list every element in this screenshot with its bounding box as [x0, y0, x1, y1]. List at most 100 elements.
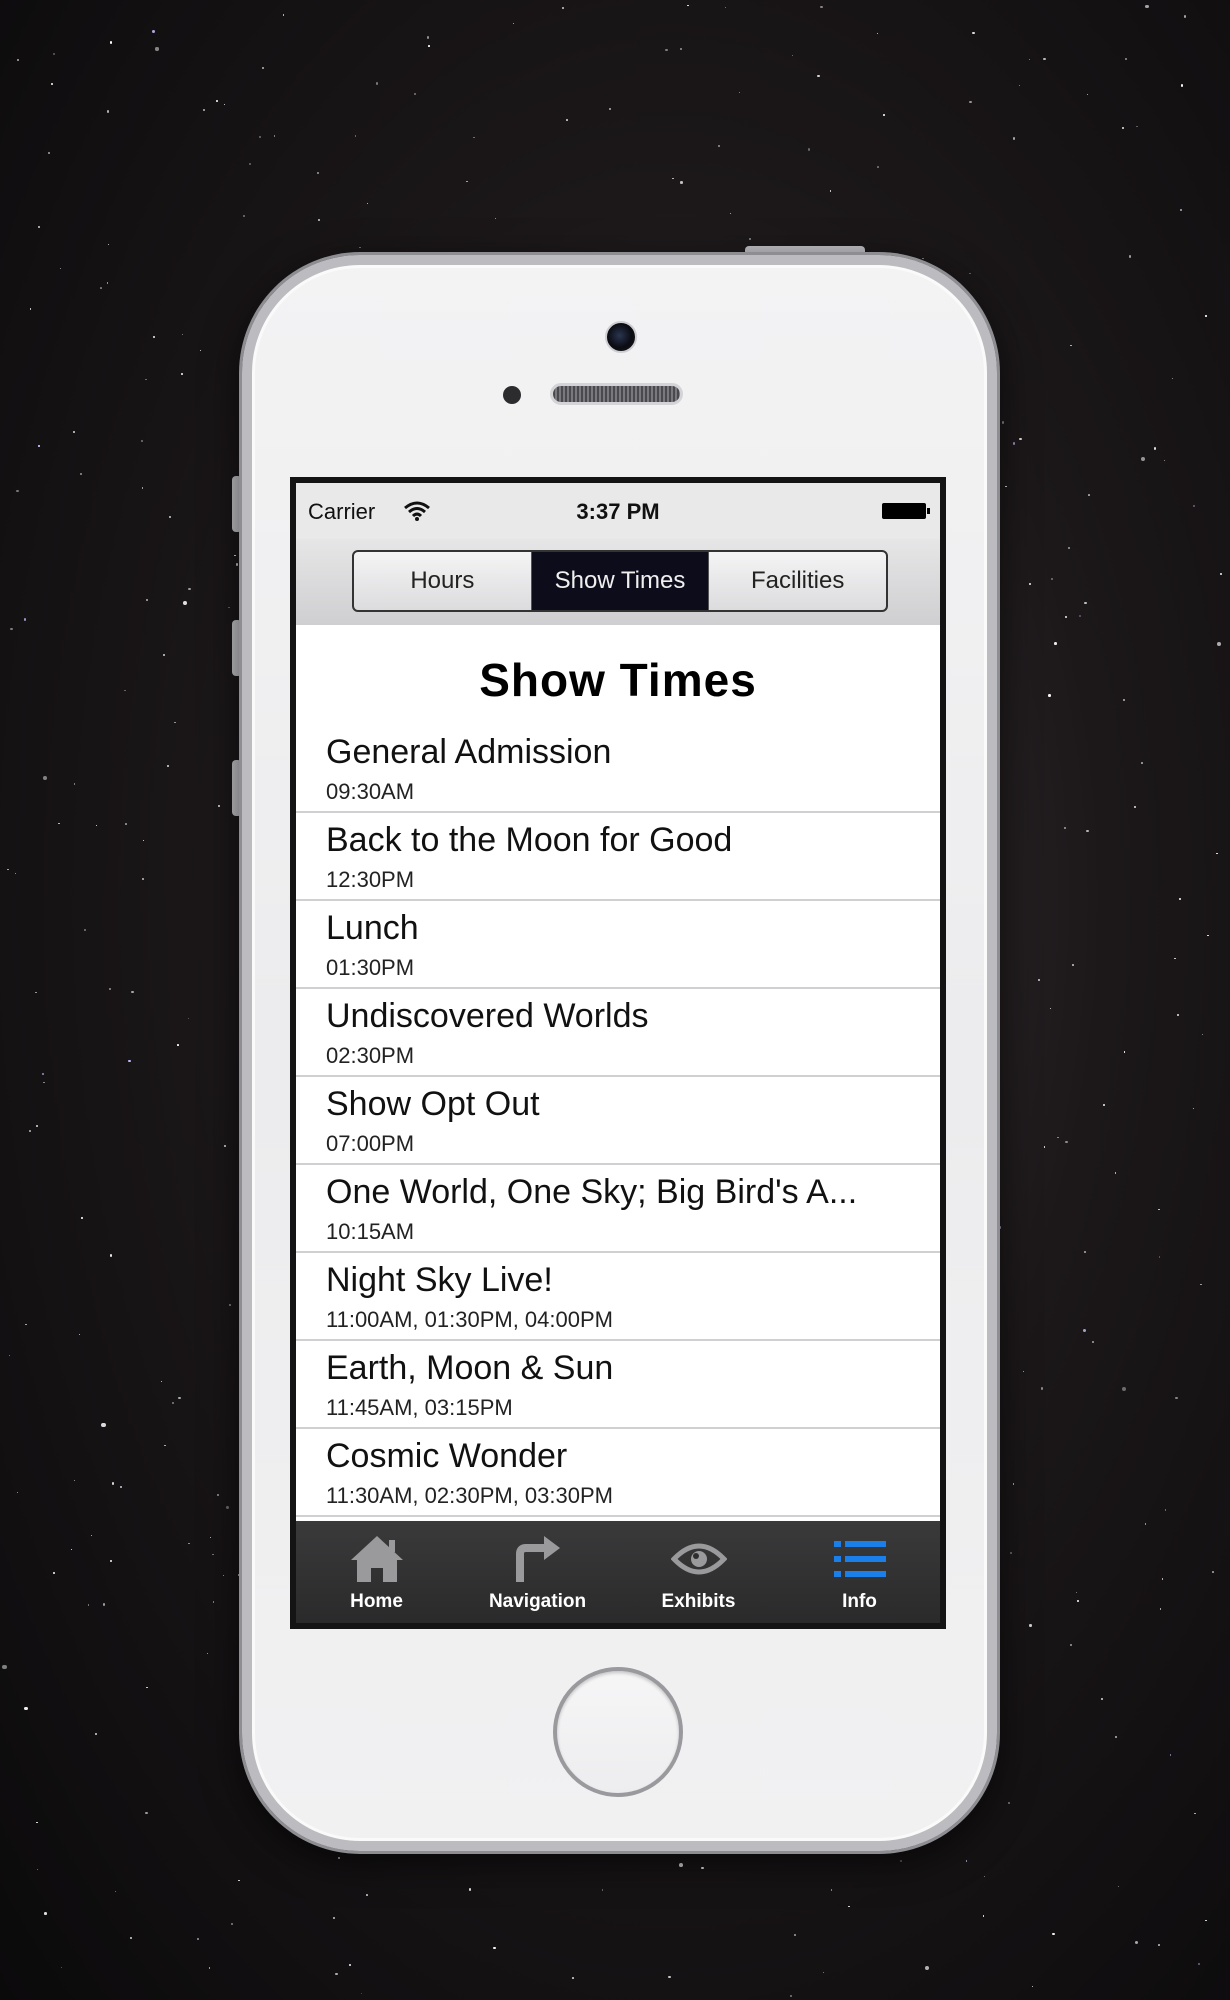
tab-navigation[interactable]: Navigation — [457, 1521, 618, 1623]
star-dot — [848, 1905, 850, 1908]
star-dot — [1135, 1941, 1139, 1945]
star-dot — [1136, 125, 1138, 128]
star-dot — [1123, 1051, 1126, 1053]
star-dot — [209, 1537, 211, 1539]
star-dot — [110, 41, 113, 44]
tab-home-label: Home — [350, 1591, 403, 1612]
star-dot — [74, 1480, 76, 1482]
show-row[interactable]: Show Opt Out 07:00PM — [296, 1077, 940, 1165]
star-dot — [224, 103, 226, 105]
star-dot — [146, 1686, 148, 1689]
star-dot — [678, 1863, 683, 1868]
star-dot — [877, 166, 879, 168]
star-dot — [1205, 1919, 1207, 1922]
star-dot — [1040, 1387, 1044, 1390]
star-dot — [1212, 1571, 1214, 1573]
star-dot — [162, 653, 165, 656]
volume-down-button — [232, 760, 242, 816]
show-times-list-view[interactable]: Show Times General Admission 09:30AM Back … — [296, 625, 940, 1533]
star-dot — [1114, 1172, 1117, 1174]
star-dot — [969, 100, 972, 103]
star-dot — [78, 1333, 81, 1336]
show-row[interactable]: Night Sky Live! 11:00AM, 01:30PM, 04:00PM — [296, 1253, 940, 1341]
star-dot — [724, 6, 726, 9]
star-dot — [61, 1966, 63, 1969]
star-dot — [1178, 897, 1181, 900]
star-dot — [107, 243, 109, 245]
home-icon — [349, 1533, 405, 1585]
star-dot — [1009, 1552, 1012, 1555]
star-dot — [124, 690, 126, 692]
star-dot — [38, 445, 40, 447]
star-dot — [822, 1971, 824, 1973]
star-dot — [1028, 58, 1030, 60]
clock-label: 3:37 PM — [576, 499, 660, 524]
show-times: 11:45AM, 03:15PM — [326, 1395, 513, 1420]
star-dot — [566, 118, 569, 121]
star-dot — [111, 1482, 115, 1485]
star-dot — [47, 152, 50, 155]
star-dot — [228, 1303, 231, 1306]
star-dot — [91, 1535, 93, 1537]
show-times: 11:00AM, 01:30PM, 04:00PM — [326, 1307, 613, 1332]
star-dot — [1044, 1146, 1046, 1148]
tab-exhibits[interactable]: Exhibits — [618, 1521, 779, 1623]
star-dot — [493, 1947, 496, 1950]
star-dot — [1171, 377, 1174, 380]
star-dot — [259, 136, 262, 139]
star-dot — [199, 350, 201, 352]
star-dot — [883, 114, 885, 116]
star-dot — [1018, 85, 1020, 87]
star-dot — [1023, 1370, 1025, 1372]
star-dot — [52, 1571, 55, 1574]
star-dot — [998, 1226, 1002, 1229]
star-dot — [38, 226, 41, 229]
star-dot — [1007, 1801, 1010, 1804]
show-title: Earth, Moon & Sun — [326, 1349, 614, 1387]
star-dot — [601, 1889, 604, 1891]
star-dot — [1088, 494, 1090, 496]
segment-show-times[interactable]: Show Times — [531, 552, 710, 610]
star-dot — [24, 1706, 28, 1711]
star-dot — [1092, 1341, 1094, 1344]
star-dot — [7, 868, 9, 871]
segment-facilities[interactable]: Facilities — [709, 552, 886, 610]
star-dot — [174, 721, 176, 724]
star-dot — [316, 171, 320, 174]
star-dot — [1012, 1483, 1015, 1485]
star-dot — [572, 1976, 575, 1979]
show-row[interactable]: Undiscovered Worlds 02:30PM — [296, 989, 940, 1077]
star-dot — [128, 1059, 131, 1063]
star-dot — [466, 180, 468, 183]
star-dot — [177, 1044, 179, 1046]
star-dot — [71, 1549, 73, 1551]
star-dot — [237, 1574, 241, 1577]
star-dot — [701, 1866, 704, 1869]
show-row[interactable]: Lunch 01:30PM — [296, 901, 940, 989]
star-dot — [248, 162, 252, 166]
star-dot — [216, 1493, 220, 1496]
show-row[interactable]: Earth, Moon & Sun 11:45AM, 03:15PM — [296, 1341, 940, 1429]
star-dot — [1067, 546, 1070, 550]
segment-hours[interactable]: Hours — [354, 552, 532, 610]
star-dot — [1065, 1140, 1068, 1144]
star-dot — [238, 1879, 240, 1882]
star-dot — [1145, 1523, 1147, 1525]
star-dot — [562, 7, 564, 10]
star-dot — [1128, 255, 1132, 258]
show-row[interactable]: General Admission 09:30AM — [296, 725, 940, 813]
star-dot — [1069, 1643, 1073, 1647]
star-dot — [1122, 698, 1126, 701]
show-row[interactable]: Cosmic Wonder 11:30AM, 02:30PM, 03:30PM — [296, 1429, 940, 1517]
star-dot — [119, 1486, 122, 1489]
tab-info[interactable]: Info — [779, 1521, 940, 1623]
home-button[interactable] — [553, 1667, 683, 1797]
camera-icon — [605, 321, 637, 353]
star-dot — [155, 47, 159, 51]
star-dot — [15, 872, 17, 874]
show-row[interactable]: One World, One Sky; Big Bird's A... 10:15… — [296, 1165, 940, 1253]
star-dot — [335, 1973, 338, 1976]
tab-home[interactable]: Home — [296, 1521, 457, 1623]
star-dot — [80, 473, 83, 476]
show-row[interactable]: Back to the Moon for Good 12:30PM — [296, 813, 940, 901]
